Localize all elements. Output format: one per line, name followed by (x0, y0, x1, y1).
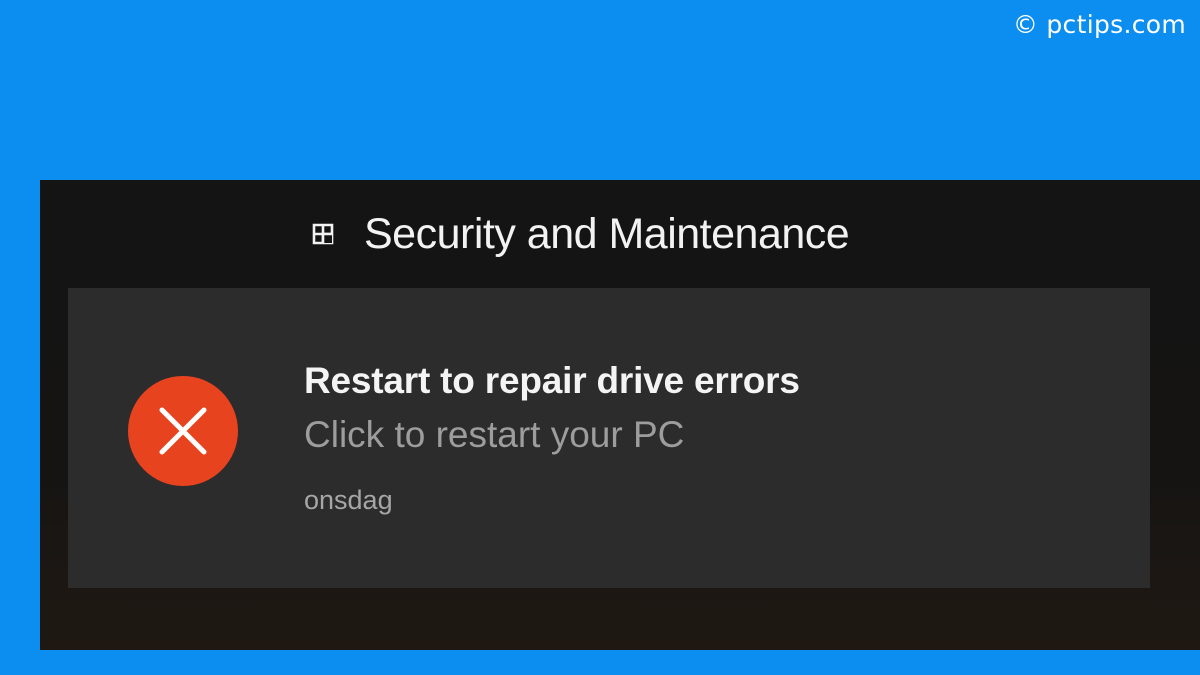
security-maintenance-flag-icon (312, 223, 334, 245)
notification-title: Restart to repair drive errors (304, 360, 800, 401)
notification-group-header[interactable]: Security and Maintenance (312, 206, 850, 262)
notification-text: Restart to repair drive errors Click to … (304, 358, 800, 520)
notification-body: Click to restart your PC (304, 414, 685, 455)
watermark: © pctips.com (1012, 10, 1186, 39)
notification-toast[interactable]: Restart to repair drive errors Click to … (68, 288, 1150, 588)
notification-group-title: Security and Maintenance (364, 209, 850, 258)
error-x-circle-icon (128, 376, 238, 486)
action-center-panel: Security and Maintenance Restart to repa… (40, 180, 1200, 650)
notification-timestamp: onsdag (304, 485, 393, 515)
